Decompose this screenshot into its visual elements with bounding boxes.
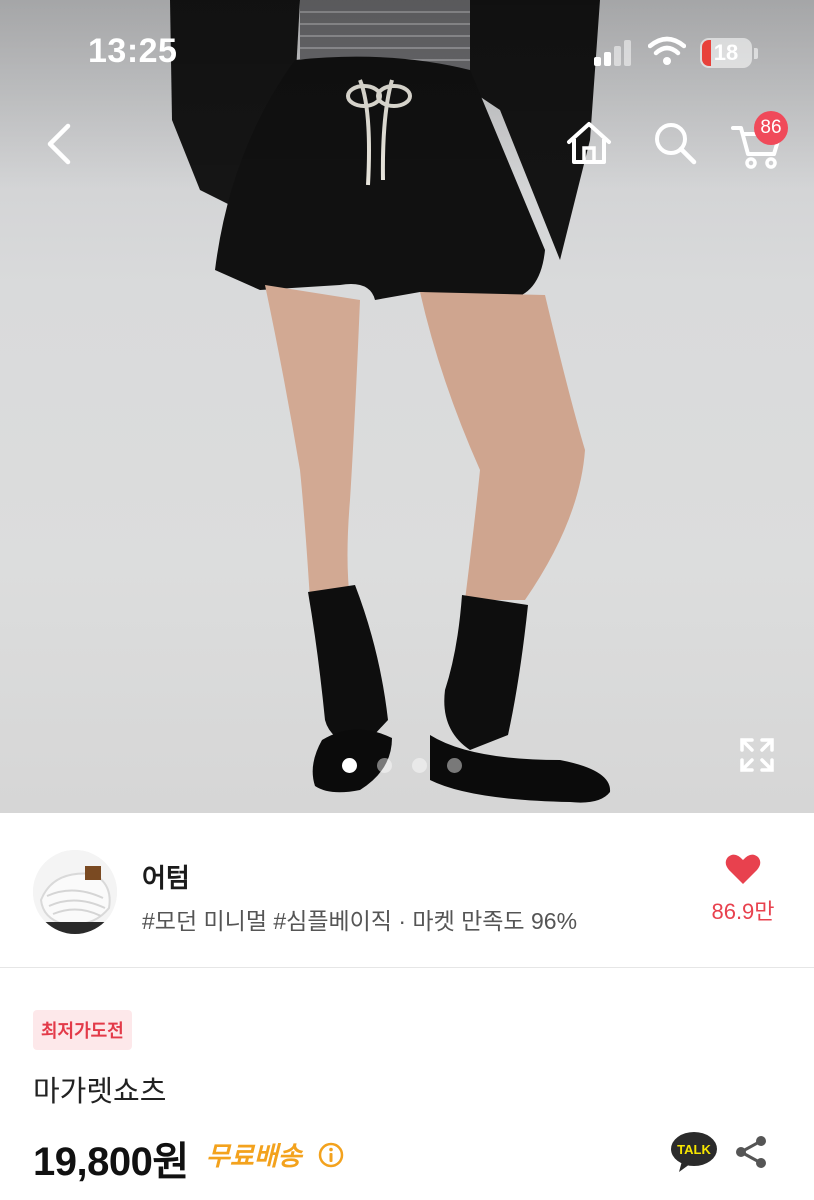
product-image-gallery[interactable]: 13:25 18 86 [0,0,814,813]
status-time: 13:25 [88,32,178,70]
wifi-icon [648,36,686,65]
signal-icon [594,40,631,66]
info-icon[interactable] [318,1142,344,1168]
status-bar: 13:25 18 [0,0,814,100]
expand-icon[interactable] [738,736,776,774]
like-count: 86.9만 [711,899,775,924]
gallery-dot[interactable] [447,758,462,773]
free-shipping-label: 무료배송 [206,1141,302,1171]
gallery-pagination[interactable] [342,758,462,773]
lowest-price-badge: 최저가도전 [33,1010,132,1050]
battery-indicator: 18 [700,38,752,68]
product-name: 마가렛쇼츠 [33,1076,167,1108]
kakao-talk-button[interactable]: TALK [670,1131,718,1173]
search-icon[interactable] [652,120,698,166]
seller-tags: #모던 미니멀 #심플베이직 · 마켓 만족도 96% [142,908,578,934]
gallery-dot[interactable] [412,758,427,773]
talk-label: TALK [677,1142,711,1157]
battery-level: 18 [713,40,739,65]
seller-name[interactable]: 어텀 [142,858,190,895]
product-price: 19,800원 [33,1140,189,1184]
back-button[interactable] [38,118,82,170]
share-icon[interactable] [733,1134,769,1170]
heart-icon[interactable] [725,853,761,885]
cart-count-badge: 86 [754,111,788,145]
gallery-dot[interactable] [342,758,357,773]
seller-avatar[interactable] [33,850,117,934]
like-button[interactable]: 86.9만 [700,853,786,926]
seller-section[interactable]: 어텀 #모던 미니멀 #심플베이직 · 마켓 만족도 96% 86.9만 [0,813,814,968]
home-icon[interactable] [564,120,614,166]
gallery-dot[interactable] [377,758,392,773]
